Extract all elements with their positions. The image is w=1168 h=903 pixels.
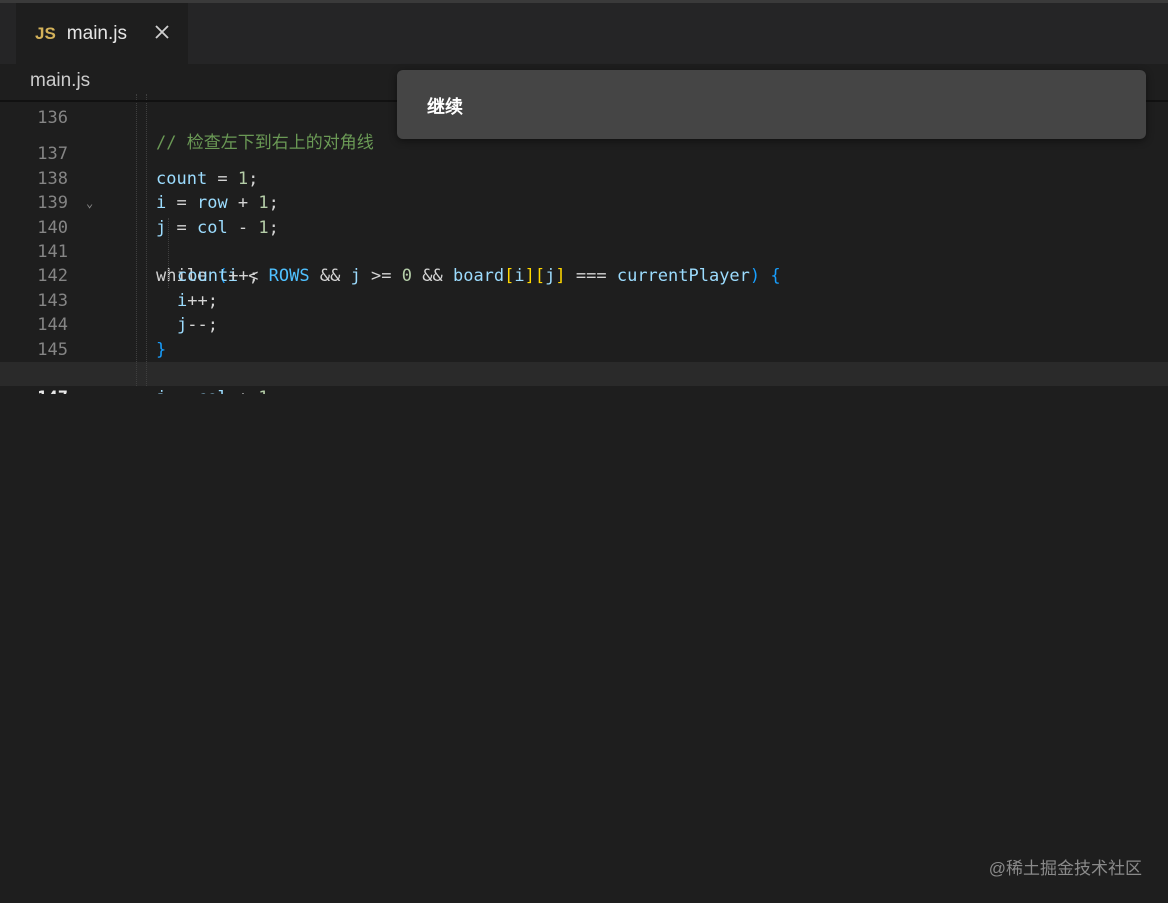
line-number: 147 [0, 386, 68, 394]
code-text: j = col + 1; [156, 386, 279, 394]
code-line: 140 ⌄ while (i < ROWS && j >= 0 && board… [0, 191, 1168, 286]
code-line-current: 147 while (i >= 0 && j < COLS && board[i… [0, 362, 1168, 394]
hover-text[interactable]: 继续 [427, 93, 463, 119]
close-icon[interactable] [152, 22, 172, 42]
code-line: 139 j = col - 1; [0, 167, 1168, 237]
code-line: 143 j--; [0, 264, 1168, 335]
watermark: @稀土掘金技术社区 [988, 859, 1142, 878]
code-line: 142 i++; [0, 240, 1168, 310]
hover-popup[interactable]: 继续 [397, 70, 1146, 139]
code-line: 141 count++; [0, 216, 1168, 286]
tab-main-js[interactable]: JS main.js [16, 3, 188, 64]
code-line: 146 j = col + 1; [0, 338, 1168, 394]
tab-bar: JS main.js [0, 0, 1168, 64]
js-file-icon: JS [35, 23, 56, 43]
indent-guide [146, 94, 147, 386]
indent-guide [168, 218, 169, 288]
code-line: 138 i = row + 1; [0, 142, 1168, 213]
breadcrumb[interactable]: main.js [30, 70, 90, 92]
code-editor[interactable]: 136 // 检查左下到右上的对角线 137 count = 1; 138 i … [0, 94, 1168, 394]
indent-guide [136, 94, 137, 386]
editor-window: JS main.js main.js 136 // 检查左下到右上的对角线 13… [0, 0, 1168, 903]
code-line: 144 } [0, 289, 1168, 359]
code-line: 145 i = row - 1; [0, 313, 1168, 384]
chevron-down-icon[interactable]: ⌄ [86, 191, 100, 215]
tab-label: main.js [66, 22, 127, 44]
